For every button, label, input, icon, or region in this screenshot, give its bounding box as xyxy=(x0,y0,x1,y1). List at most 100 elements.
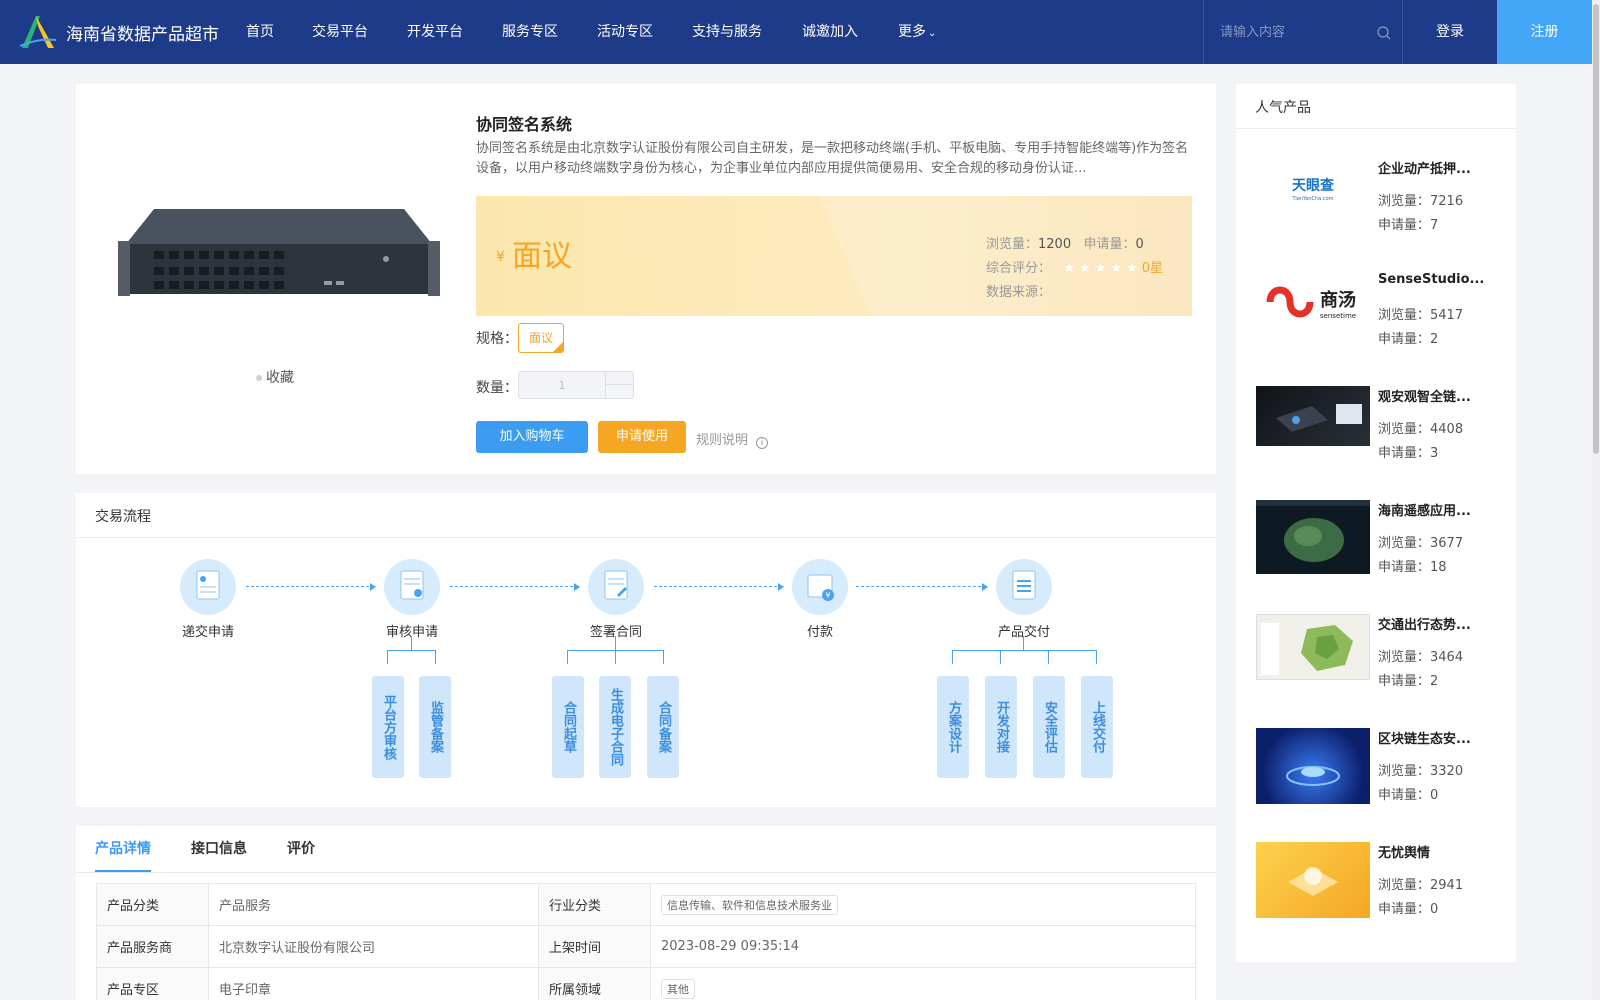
details-panel: 产品详情 接口信息 评价 产品分类 产品服务 行业分类 信息传输、软件和信息技术… xyxy=(76,826,1216,1000)
popular-item-applies: 申请量：0 xyxy=(1378,784,1438,803)
views-label: 浏览量： xyxy=(1378,536,1431,551)
applies-label: 申请量： xyxy=(1378,902,1431,917)
popular-title: 人气产品 xyxy=(1255,100,1311,116)
quantity-decrease[interactable] xyxy=(605,385,633,398)
product-title: 协同签名系统 xyxy=(476,115,573,134)
branch-connector xyxy=(435,650,436,664)
views-value: 4408 xyxy=(1430,422,1464,437)
table-value: 北京数字认证股份有限公司 xyxy=(208,925,539,968)
nav-more[interactable]: 更多 ⌄ xyxy=(898,0,958,64)
star-icon: ★ xyxy=(1126,261,1138,276)
rules-link[interactable]: 规则说明 i xyxy=(696,429,769,449)
process-panel: 交易流程 递交申请 审核申请 签署合同 ¥ 付款 产品交付 平台方审核 监管备案… xyxy=(76,493,1216,807)
spec-option[interactable]: 面议 xyxy=(518,323,564,353)
substep-box: 监管备案 xyxy=(419,676,451,778)
sensetime-logo-text: 商汤 xyxy=(1320,289,1356,311)
product-description: 协同签名系统是由北京数字认证股份有限公司自主研发，是一款把移动终端(手机、平板电… xyxy=(476,141,1189,176)
site-logo[interactable] xyxy=(18,12,58,52)
popular-item-name: 无忧舆情 xyxy=(1378,846,1431,861)
branch-connector xyxy=(387,650,435,651)
register-button[interactable]: 注册 xyxy=(1497,0,1592,64)
quantity-label: 数量： xyxy=(476,380,518,396)
popular-item-applies: 申请量：2 xyxy=(1378,670,1438,689)
nav-home[interactable]: 首页 xyxy=(246,0,312,64)
popular-item-views: 浏览量：2941 xyxy=(1378,874,1463,893)
popular-item[interactable]: 观安观智全链... 浏览量：4408 申请量：3 xyxy=(1256,386,1506,476)
nav-activities[interactable]: 活动专区 xyxy=(597,0,692,64)
chevron-down-icon: ⌄ xyxy=(928,28,937,39)
tab-reviews[interactable]: 评价 xyxy=(287,826,315,872)
table-value: 电子印章 xyxy=(208,967,539,1000)
popular-item-name: 企业动产抵押... xyxy=(1378,162,1471,177)
step-label: 审核申请 xyxy=(385,625,438,640)
quantity-input[interactable] xyxy=(519,372,605,398)
domain-tag: 其他 xyxy=(661,978,695,999)
branch-connector xyxy=(411,636,412,650)
add-to-cart-button[interactable]: 加入购物车 xyxy=(476,421,588,453)
step-label: 付款 xyxy=(806,625,833,640)
search-input[interactable] xyxy=(1220,20,1370,44)
substep-box: 生成电子合同 xyxy=(599,676,631,778)
login-button[interactable]: 登录 xyxy=(1404,0,1496,64)
main-nav: 首页 交易平台 开发平台 服务专区 活动专区 支持与服务 诚邀加入 更多 ⌄ xyxy=(246,0,958,64)
popular-item[interactable]: 天眼查 TianYanCha.com 企业动产抵押... 浏览量：7216 申请量… xyxy=(1256,158,1506,248)
product-thumbnail xyxy=(1256,842,1370,918)
popular-item-applies: 申请量：18 xyxy=(1378,556,1447,575)
flow-arrow xyxy=(856,583,988,591)
search-icon[interactable] xyxy=(1376,25,1392,41)
rules-label: 规则说明 xyxy=(696,433,749,448)
flow-arrow xyxy=(450,583,580,591)
site-title[interactable]: 海南省数据产品超市 xyxy=(66,20,219,45)
branch-connector xyxy=(952,650,1096,651)
flow-arrow xyxy=(654,583,784,591)
product-thumbnail xyxy=(1256,614,1370,680)
table-row: 产品服务商 北京数字认证股份有限公司 上架时间 2023-08-29 09:35… xyxy=(96,925,1196,968)
branch-connector xyxy=(1023,636,1024,650)
nav-support[interactable]: 支持与服务 xyxy=(692,0,802,64)
svg-text:¥: ¥ xyxy=(825,591,830,600)
process-title: 交易流程 xyxy=(95,509,151,525)
branch-connector xyxy=(1000,650,1001,664)
table-key: 产品专区 xyxy=(96,967,209,1000)
scrollbar-thumb[interactable] xyxy=(1593,4,1599,454)
popular-item[interactable]: 无忧舆情 浏览量：2941 申请量：0 xyxy=(1256,842,1506,932)
branch-connector xyxy=(615,636,616,650)
tab-api-info[interactable]: 接口信息 xyxy=(191,826,247,872)
table-value: 产品服务 xyxy=(208,883,539,926)
nav-trading[interactable]: 交易平台 xyxy=(312,0,407,64)
divider xyxy=(76,537,1216,538)
quantity-stepper xyxy=(518,371,634,399)
popular-item-views: 浏览量：3320 xyxy=(1378,760,1463,779)
product-stats: 浏览量：1200 申请量：0 综合评分： ★ ★ ★ ★ ★ 0星 数据来源： xyxy=(986,233,1163,305)
nav-services[interactable]: 服务专区 xyxy=(502,0,597,64)
step-delivery: 产品交付 xyxy=(974,559,1074,640)
tab-product-details[interactable]: 产品详情 xyxy=(95,826,151,872)
product-info-table: 产品分类 产品服务 行业分类 信息传输、软件和信息技术服务业 产品服务商 北京数… xyxy=(96,883,1196,1000)
applies-label: 申请量： xyxy=(1378,674,1431,689)
popular-item-name: 海南遥感应用... xyxy=(1378,504,1471,519)
popular-item[interactable]: 区块链生态安... 浏览量：3320 申请量：0 xyxy=(1256,728,1506,818)
favorite-button[interactable]: 收藏 xyxy=(256,367,294,387)
search-box xyxy=(1203,0,1403,64)
quantity-increase[interactable] xyxy=(605,372,633,385)
popular-item-views: 浏览量：3677 xyxy=(1378,532,1463,551)
views-value: 3677 xyxy=(1430,536,1464,551)
applies-value: 18 xyxy=(1430,560,1447,575)
applies-label: 申请量： xyxy=(1378,332,1431,347)
price-box: ¥ 面议 浏览量：1200 申请量：0 综合评分： ★ ★ ★ ★ ★ 0星 数据来源： xyxy=(476,196,1192,316)
popular-item[interactable]: 商汤 sensetime SenseStudio... 浏览量：5417 申请量：… xyxy=(1256,272,1506,362)
nav-join[interactable]: 诚邀加入 xyxy=(802,0,898,64)
views-label: 浏览量： xyxy=(986,237,1039,252)
apply-use-button[interactable]: 申请使用 xyxy=(598,421,686,453)
popular-item-applies: 申请量：3 xyxy=(1378,442,1438,461)
nav-development[interactable]: 开发平台 xyxy=(407,0,502,64)
spec-label: 规格： xyxy=(476,331,518,347)
star-icon: ★ xyxy=(1110,261,1123,276)
delivery-icon xyxy=(996,559,1052,615)
popular-item-name: 观安观智全链... xyxy=(1378,390,1471,405)
rating-label: 综合评分： xyxy=(986,261,1052,276)
popular-item[interactable]: 交通出行态势... 浏览量：3464 申请量：2 xyxy=(1256,614,1506,704)
product-thumbnail xyxy=(1256,500,1370,574)
document-icon xyxy=(180,559,236,615)
popular-item[interactable]: 海南遥感应用... 浏览量：3677 申请量：18 xyxy=(1256,500,1506,590)
